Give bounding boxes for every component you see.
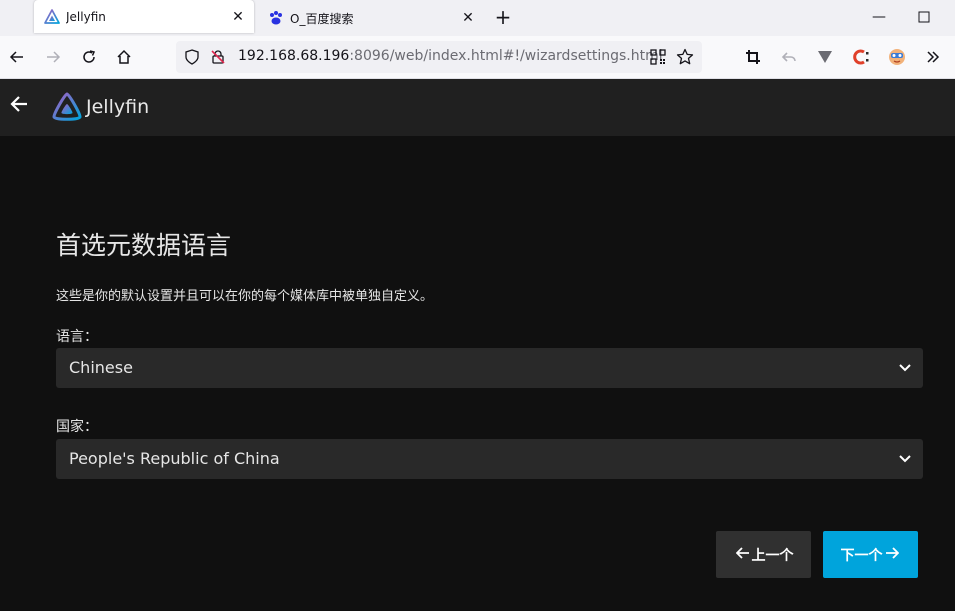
browser-nav-bar: 192.168.68.196:8096/web/index.html#!/wiz… [0, 36, 955, 79]
extension-v-icon[interactable] [814, 46, 836, 68]
app-header: Jellyfin [0, 79, 955, 136]
crop-icon[interactable] [742, 46, 764, 68]
country-label: 国家： [56, 419, 98, 435]
country-select[interactable]: People's Republic of China [56, 439, 923, 479]
language-label: 语言： [56, 329, 98, 345]
url-host: 192.168.68.196 [238, 48, 350, 64]
browser-tab-bar: Jellyfin ✕ O_百度搜索 ✕ + — [0, 0, 955, 36]
baidu-paw-icon [268, 10, 284, 26]
home-icon[interactable] [113, 46, 135, 68]
extension-c-icon[interactable] [850, 46, 872, 68]
app-name[interactable]: Jellyfin [86, 96, 149, 118]
tab-jellyfin[interactable]: Jellyfin ✕ [34, 0, 254, 33]
url-text[interactable]: 192.168.68.196:8096/web/index.html#!/wiz… [238, 48, 663, 64]
arrow-right-icon [883, 546, 901, 564]
overflow-chevron-icon[interactable] [922, 46, 944, 68]
next-label: 下一个 [840, 547, 883, 564]
country-value: People's Republic of China [69, 449, 280, 468]
close-icon[interactable]: ✕ [460, 10, 476, 26]
reload-icon[interactable] [78, 46, 100, 68]
jellyfin-favicon-icon [44, 8, 60, 25]
undo-icon[interactable] [778, 46, 800, 68]
back-icon[interactable] [6, 46, 28, 68]
tab-baidu[interactable]: O_百度搜索 ✕ [258, 0, 484, 36]
tab-title: O_百度搜索 [290, 11, 354, 26]
chevron-down-icon [897, 451, 913, 467]
bookmark-star-icon[interactable] [676, 48, 694, 70]
new-tab-icon[interactable]: + [492, 5, 514, 29]
forward-icon[interactable] [42, 46, 64, 68]
previous-button[interactable]: 上一个 [716, 531, 811, 578]
arrow-left-icon [734, 546, 752, 564]
extension-face-icon[interactable] [886, 46, 908, 68]
close-icon[interactable]: ✕ [230, 9, 246, 25]
minimize-icon[interactable]: — [868, 6, 890, 28]
language-value: Chinese [69, 358, 133, 377]
tab-title: Jellyfin [66, 9, 106, 24]
language-select[interactable]: Chinese [56, 348, 923, 388]
previous-label: 上一个 [751, 547, 794, 564]
back-arrow-icon[interactable] [8, 93, 30, 115]
shield-icon[interactable] [184, 49, 200, 69]
chevron-down-icon [897, 360, 913, 376]
next-button[interactable]: 下一个 [823, 531, 918, 578]
qr-code-icon[interactable] [650, 49, 666, 69]
jellyfin-logo-icon[interactable] [51, 91, 83, 123]
insecure-lock-icon[interactable] [210, 49, 226, 69]
page-description: 这些是你的默认设置并且可以在你的每个媒体库中被单独自定义。 [56, 289, 434, 304]
maximize-icon[interactable] [913, 6, 935, 28]
page-title: 首选元数据语言 [56, 231, 232, 260]
url-path: :8096/web/index.html#!/wizardsettings.ht… [349, 48, 663, 64]
url-bar[interactable]: 192.168.68.196:8096/web/index.html#!/wiz… [176, 41, 702, 73]
